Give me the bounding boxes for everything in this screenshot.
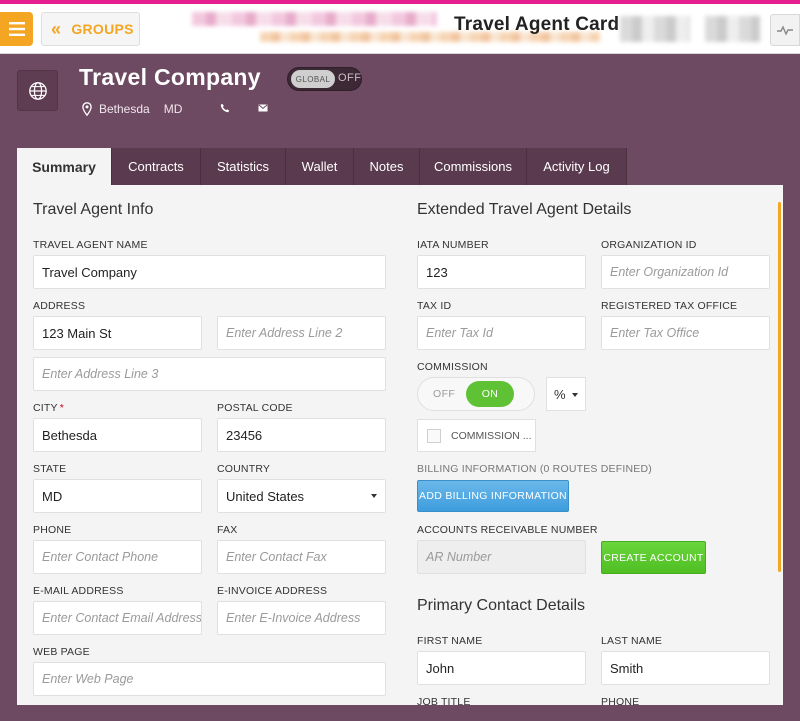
menu-button[interactable]: [0, 12, 33, 46]
postal-code-label: POSTAL CODE: [217, 402, 293, 414]
address-line-3-input[interactable]: Enter Address Line 3: [33, 357, 386, 391]
groups-back-button[interactable]: « GROUPS: [41, 12, 140, 46]
tab-wallet[interactable]: Wallet: [286, 148, 354, 185]
add-billing-button[interactable]: ADD BILLING INFORMATION: [417, 480, 569, 512]
commission-checkbox-label: COMMISSION ...: [451, 429, 532, 442]
globe-icon: [28, 81, 47, 100]
organization-id-label: ORGANIZATION ID: [601, 239, 697, 251]
entity-location: Bethesda MD: [82, 100, 268, 118]
tab-commissions[interactable]: Commissions: [420, 148, 527, 185]
commission-checkbox[interactable]: COMMISSION ...: [417, 419, 536, 452]
tax-office-input[interactable]: Enter Tax Office: [601, 316, 770, 350]
address-label: ADDRESS: [33, 300, 86, 312]
email-label: E-MAIL ADDRESS: [33, 585, 124, 597]
mail-icon[interactable]: [258, 104, 268, 112]
state-label: STATE: [33, 463, 67, 475]
web-page-label: WEB PAGE: [33, 646, 90, 658]
billing-info-label: BILLING INFORMATION (0 ROUTES DEFINED): [417, 463, 652, 475]
global-toggle-knob: GLOBAL: [291, 70, 335, 88]
chevron-down-icon: [371, 494, 377, 498]
address-line-2-input[interactable]: Enter Address Line 2: [217, 316, 386, 350]
tab-statistics[interactable]: Statistics: [201, 148, 286, 185]
contact-phone-label: PHONE: [601, 696, 640, 708]
tab-contracts[interactable]: Contracts: [112, 148, 201, 185]
scrollbar[interactable]: [778, 202, 781, 572]
tax-office-label: REGISTERED TAX OFFICE: [601, 300, 738, 312]
postal-code-input[interactable]: 23456: [217, 418, 386, 452]
ar-number-label: ACCOUNTS RECEIVABLE NUMBER: [417, 524, 598, 536]
einvoice-label: E-INVOICE ADDRESS: [217, 585, 328, 597]
page-title: Travel Agent Card: [454, 14, 620, 35]
tax-id-label: TAX ID: [417, 300, 452, 312]
section-title-primary-contact: Primary Contact Details: [417, 597, 586, 614]
groups-button-label: GROUPS: [71, 21, 134, 37]
location-pin-icon: [82, 102, 92, 116]
country-select[interactable]: United States: [217, 479, 386, 513]
fax-label: FAX: [217, 524, 238, 536]
entity-city: Bethesda: [99, 102, 150, 116]
einvoice-input[interactable]: Enter E-Invoice Address: [217, 601, 386, 635]
state-input[interactable]: MD: [33, 479, 202, 513]
organization-id-input[interactable]: Enter Organization Id: [601, 255, 770, 289]
country-label: COUNTRY: [217, 463, 271, 475]
travel-agent-name-label: TRAVEL AGENT NAME: [33, 239, 148, 251]
global-toggle[interactable]: GLOBAL OFF: [287, 67, 362, 91]
redacted-text: [705, 16, 760, 42]
chevron-down-icon: [572, 393, 578, 397]
entity-name: Travel Company: [79, 64, 261, 90]
tab-activity-log[interactable]: Activity Log: [527, 148, 627, 185]
entity-globe-icon-box: [17, 70, 58, 111]
commission-toggle-on: ON: [466, 381, 514, 407]
commission-toggle-off: OFF: [433, 388, 456, 400]
double-chevron-left-icon: «: [51, 19, 62, 39]
first-name-label: FIRST NAME: [417, 635, 483, 647]
commission-toggle[interactable]: OFF ON: [417, 377, 535, 411]
hamburger-icon: [8, 22, 25, 36]
country-select-value: United States: [226, 488, 305, 504]
fax-input[interactable]: Enter Contact Fax: [217, 540, 386, 574]
tab-bar: Summary Contracts Statistics Wallet Note…: [17, 148, 627, 186]
tab-notes[interactable]: Notes: [354, 148, 420, 185]
redacted-text: [192, 12, 437, 26]
ar-number-input[interactable]: AR Number: [417, 540, 586, 574]
checkbox-icon: [427, 428, 441, 443]
job-title-label: JOB TITLE: [417, 696, 471, 708]
phone-input[interactable]: Enter Contact Phone: [33, 540, 202, 574]
redacted-text: [620, 16, 690, 42]
commission-label: COMMISSION: [417, 361, 488, 373]
iata-number-input[interactable]: 123: [417, 255, 586, 289]
last-name-label: LAST NAME: [601, 635, 663, 647]
travel-agent-name-input[interactable]: Travel Company: [33, 255, 386, 289]
tab-summary[interactable]: Summary: [17, 148, 112, 186]
section-title-extended-details: Extended Travel Agent Details: [417, 201, 632, 218]
required-marker: *: [59, 402, 65, 414]
iata-number-label: IATA NUMBER: [417, 239, 489, 251]
entity-state: MD: [163, 102, 183, 116]
web-page-input[interactable]: Enter Web Page: [33, 662, 386, 696]
address-line-1-input[interactable]: 123 Main St: [33, 316, 202, 350]
phone-label: PHONE: [33, 524, 72, 536]
activity-button[interactable]: [770, 14, 800, 46]
city-label-text: CITY: [33, 402, 58, 414]
first-name-input[interactable]: John: [417, 651, 586, 685]
city-input[interactable]: Bethesda: [33, 418, 202, 452]
commission-unit-value: %: [554, 386, 566, 402]
create-account-button[interactable]: CREATE ACCOUNT: [601, 541, 706, 574]
commission-unit-select[interactable]: %: [546, 377, 586, 411]
tax-id-input[interactable]: Enter Tax Id: [417, 316, 586, 350]
top-bar: « GROUPS Travel Agent Card: [0, 4, 800, 54]
city-label: CITY *: [33, 402, 64, 414]
activity-pulse-icon: [777, 25, 793, 36]
email-input[interactable]: Enter Contact Email Address: [33, 601, 202, 635]
last-name-input[interactable]: Smith: [601, 651, 770, 685]
phone-icon[interactable]: [220, 103, 230, 113]
global-toggle-state: OFF: [338, 72, 362, 84]
section-title-travel-agent-info: Travel Agent Info: [33, 201, 154, 218]
